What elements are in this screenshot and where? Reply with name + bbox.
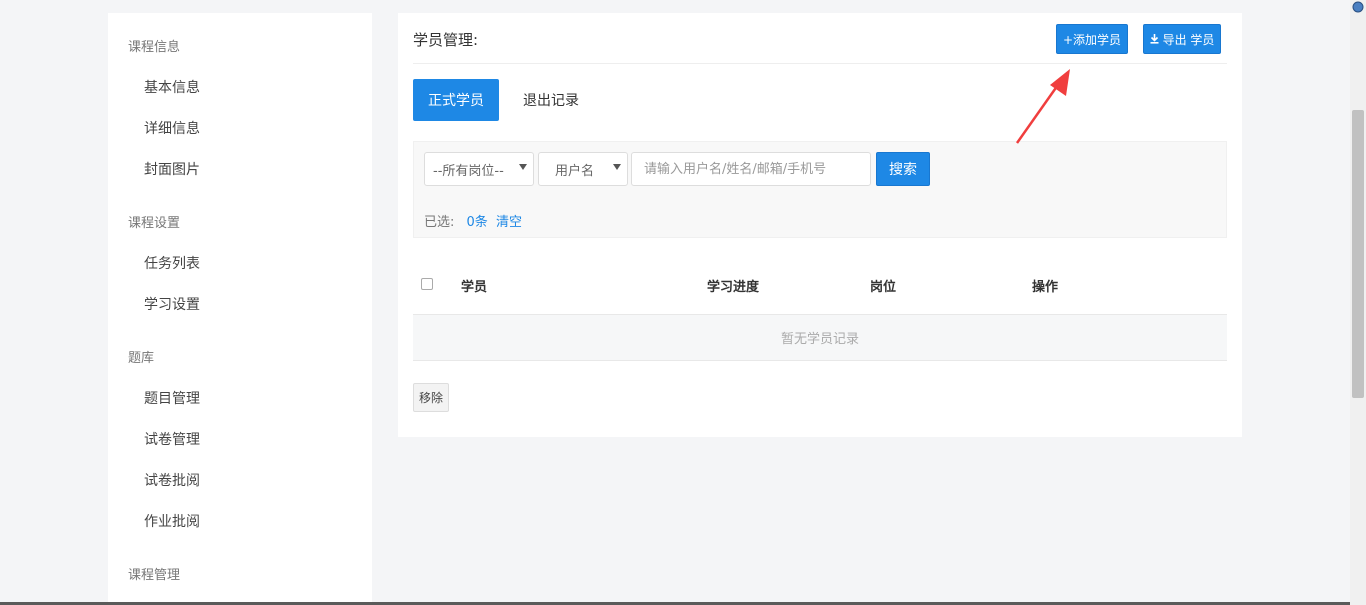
sidebar-group-course-info: 课程信息 <box>128 40 181 55</box>
position-select-value: --所有岗位-- <box>433 163 504 179</box>
student-management-panel: 学员管理: +添加学员 导出 学员 正式学员 退出记录 --所有岗位-- 用户名… <box>398 13 1242 437</box>
scrollbar-thumb[interactable] <box>1352 110 1364 398</box>
annotation-arrow-icon <box>1015 69 1070 144</box>
sidebar-group-course-manage: 课程管理 <box>128 568 181 583</box>
sidebar-item-cover-image[interactable]: 封面图片 <box>144 159 200 179</box>
header-divider <box>413 63 1227 64</box>
add-student-label: +添加学员 <box>1062 32 1122 47</box>
search-input[interactable] <box>631 152 871 186</box>
clear-link[interactable]: 清空 <box>496 215 522 230</box>
export-students-button[interactable]: 导出 学员 <box>1143 24 1221 54</box>
sidebar-item-basic-info[interactable]: 基本信息 <box>144 77 200 97</box>
sidebar-group-question-bank: 题库 <box>128 351 155 366</box>
position-select[interactable]: --所有岗位-- <box>424 152 534 186</box>
sidebar-item-homework-review[interactable]: 作业批阅 <box>144 511 200 531</box>
select-all-checkbox[interactable] <box>421 278 433 290</box>
download-icon <box>1150 34 1159 44</box>
selected-count: 0条 <box>466 215 488 230</box>
remove-button[interactable]: 移除 <box>413 383 449 412</box>
empty-table-message: 暂无学员记录 <box>413 314 1227 361</box>
sidebar-item-detail-info[interactable]: 详细信息 <box>144 118 200 138</box>
location-pin-icon <box>1352 1 1364 13</box>
selected-summary: 已选: 0条 清空 <box>424 211 522 230</box>
column-header-position: 岗位 <box>870 280 897 295</box>
page-title: 学员管理: <box>413 31 479 49</box>
column-header-actions: 操作 <box>1032 280 1059 295</box>
sidebar: 课程信息 基本信息 详细信息 封面图片 课程设置 任务列表 学习设置 题库 题目… <box>108 13 372 605</box>
caret-down-icon <box>519 164 527 170</box>
tab-formal-students[interactable]: 正式学员 <box>413 79 499 121</box>
selected-label: 已选: <box>424 215 455 230</box>
field-select[interactable]: 用户名 <box>538 152 628 186</box>
sidebar-item-task-list[interactable]: 任务列表 <box>144 253 200 273</box>
column-header-progress: 学习进度 <box>707 280 760 295</box>
search-button[interactable]: 搜索 <box>876 152 930 186</box>
scrollbar[interactable] <box>1350 0 1366 605</box>
caret-down-icon <box>613 164 621 170</box>
add-student-button[interactable]: +添加学员 <box>1056 24 1128 54</box>
field-select-value: 用户名 <box>555 163 595 179</box>
export-students-label: 导出 学员 <box>1162 32 1215 47</box>
tab-exit-records[interactable]: 退出记录 <box>513 79 589 121</box>
column-header-student: 学员 <box>461 280 488 295</box>
sidebar-group-course-settings: 课程设置 <box>128 216 181 231</box>
sidebar-item-question-manage[interactable]: 题目管理 <box>144 388 200 408</box>
sidebar-item-paper-review[interactable]: 试卷批阅 <box>144 470 200 490</box>
filter-area: --所有岗位-- 用户名 搜索 已选: 0条 清空 <box>413 141 1227 238</box>
sidebar-item-paper-manage[interactable]: 试卷管理 <box>144 429 200 449</box>
sidebar-item-study-settings[interactable]: 学习设置 <box>144 294 200 314</box>
